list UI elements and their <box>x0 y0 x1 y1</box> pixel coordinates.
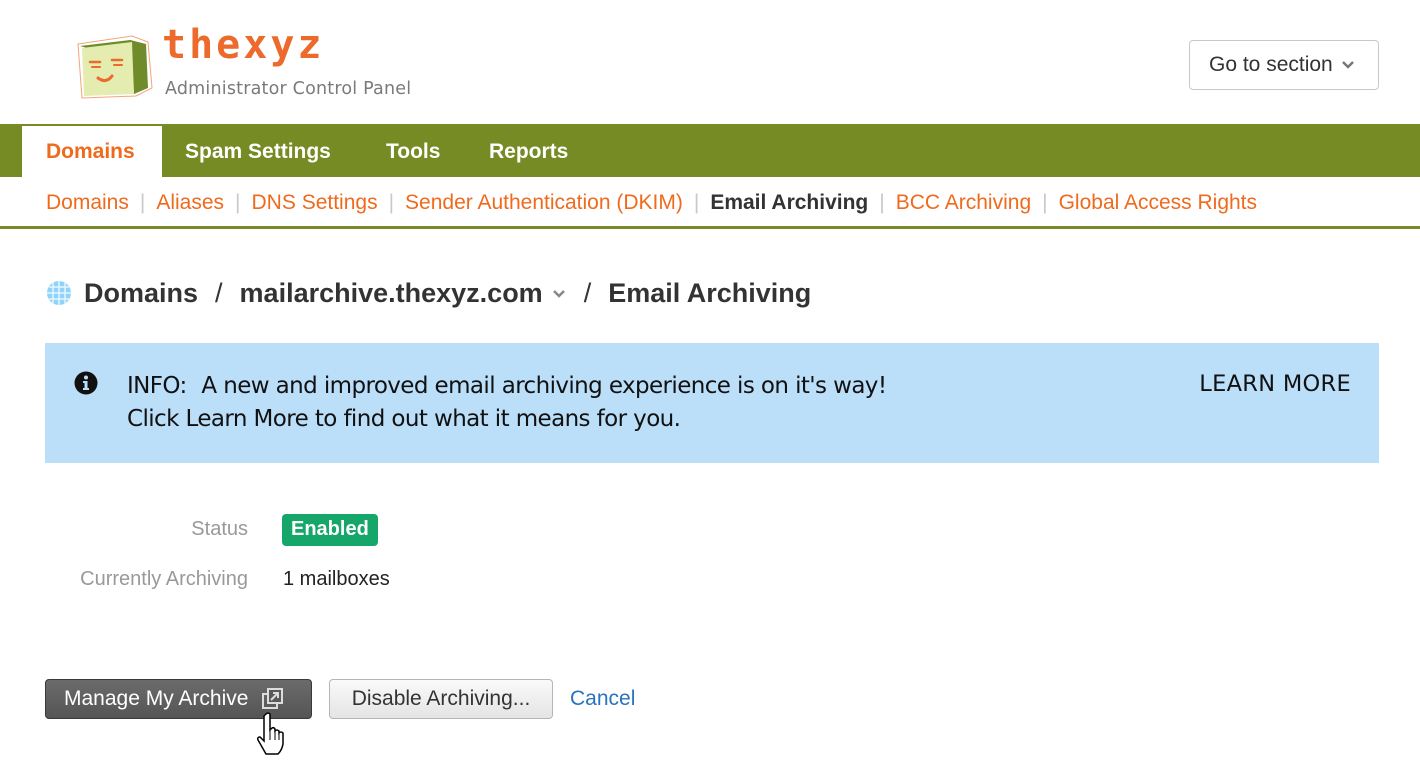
cancel-link[interactable]: Cancel <box>570 687 635 711</box>
breadcrumb-separator: / <box>215 277 223 308</box>
manage-my-archive-label: Manage My Archive <box>64 687 249 710</box>
status-row: Status Enabled <box>0 512 600 548</box>
info-message: INFO: A new and improved email archiving… <box>127 370 887 436</box>
subnav-aliases[interactable]: Aliases <box>156 191 224 215</box>
go-to-section-dropdown[interactable]: Go to section <box>1189 40 1379 90</box>
chevron-down-icon <box>1341 61 1354 69</box>
status-badge: Enabled <box>282 514 378 546</box>
go-to-section-label: Go to section <box>1209 53 1333 76</box>
tab-reports-label: Reports <box>489 139 569 163</box>
subnav-global-access-rights[interactable]: Global Access Rights <box>1059 191 1257 215</box>
info-line-2: Click Learn More to find out what it mea… <box>127 406 681 432</box>
subnav-email-archiving[interactable]: Email Archiving <box>710 191 868 215</box>
breadcrumb: Domains / mailarchive.thexyz.com / Email… <box>46 276 811 310</box>
info-line-1: A new and improved email archiving exper… <box>201 373 887 399</box>
info-banner: INFO: A new and improved email archiving… <box>45 343 1379 463</box>
breadcrumb-separator: / <box>583 277 592 308</box>
tab-domains[interactable]: Domains <box>22 126 162 177</box>
logo-name: thexyz <box>162 22 325 68</box>
subnav-divider <box>0 226 1420 229</box>
info-label: INFO: <box>127 373 187 399</box>
subnav-separator: | <box>879 191 885 214</box>
globe-icon <box>47 281 71 305</box>
subnav-separator: | <box>139 191 146 214</box>
tab-reports[interactable]: Reports <box>489 126 568 177</box>
main-nav: Domains Spam Settings Tools Reports <box>0 124 1420 177</box>
tab-tools-label: Tools <box>386 139 441 163</box>
breadcrumb-domains[interactable]: Domains <box>84 278 198 309</box>
subnav-separator: | <box>693 191 700 214</box>
subnav-bcc-archiving[interactable]: BCC Archiving <box>896 191 1031 215</box>
currently-archiving-value: 1 mailboxes <box>283 568 390 590</box>
subnav-separator: | <box>235 191 241 214</box>
tab-spam-settings-label: Spam Settings <box>185 139 331 163</box>
currently-archiving-label: Currently Archiving <box>80 568 248 590</box>
header: thexyz Administrator Control Panel Go to… <box>0 0 1420 124</box>
logo-mascot-icon <box>77 35 153 99</box>
logo-subtitle: Administrator Control Panel <box>165 79 412 99</box>
disable-archiving-button[interactable]: Disable Archiving... <box>329 679 553 719</box>
subnav-sender-authentication[interactable]: Sender Authentication (DKIM) <box>405 191 683 215</box>
hand-pointer-cursor-icon <box>257 712 284 755</box>
status-label: Status <box>191 518 248 540</box>
chevron-down-icon[interactable] <box>551 285 567 301</box>
archiving-row: Currently Archiving 1 mailboxes <box>0 562 600 598</box>
info-icon <box>74 371 98 395</box>
subnav-dns-settings[interactable]: DNS Settings <box>252 191 378 215</box>
tab-tools[interactable]: Tools <box>386 126 440 177</box>
sub-nav: Domains | Aliases | DNS Settings | Sende… <box>46 188 1257 218</box>
breadcrumb-domain[interactable]: mailarchive.thexyz.com <box>240 278 543 309</box>
learn-more-button[interactable]: LEARN MORE <box>1199 371 1351 397</box>
tab-spam-settings[interactable]: Spam Settings <box>185 126 331 177</box>
external-link-icon <box>262 688 284 709</box>
subnav-separator: | <box>388 191 395 214</box>
logo[interactable]: thexyz Administrator Control Panel <box>74 22 424 104</box>
tab-domains-label: Domains <box>46 139 135 163</box>
subnav-domains[interactable]: Domains <box>46 191 129 215</box>
subnav-separator: | <box>1042 191 1048 214</box>
breadcrumb-current-page: Email Archiving <box>608 277 812 308</box>
